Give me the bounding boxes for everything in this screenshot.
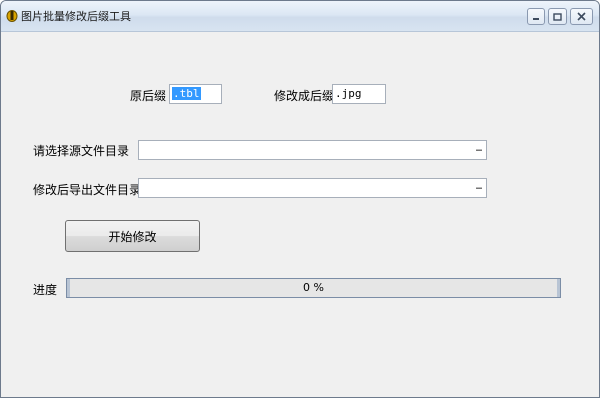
progress-bar: 0 %	[66, 278, 561, 298]
source-dir-input[interactable]: …	[138, 140, 487, 160]
maximize-icon	[553, 12, 562, 21]
orig-suffix-label: 原后缀	[130, 89, 167, 103]
title-bar[interactable]: 图片批量修改后缀工具	[1, 1, 599, 32]
source-browse-button[interactable]: …	[476, 143, 482, 155]
export-dir-input[interactable]: …	[138, 178, 487, 198]
orig-suffix-input[interactable]: .tbl	[169, 84, 222, 104]
app-window: 图片批量修改后缀工具 原后缀 .tbl 修改成后缀 .jpg 请选择源文件目录 …	[0, 0, 600, 398]
close-icon	[577, 12, 586, 21]
progress-text: 0 %	[303, 281, 324, 294]
export-dir-label: 修改后导出文件目录	[33, 183, 142, 197]
close-button[interactable]	[570, 8, 593, 25]
client-area: 原后缀 .tbl 修改成后缀 .jpg 请选择源文件目录 … 修改后导出文件目录…	[3, 32, 597, 395]
export-browse-button[interactable]: …	[476, 181, 482, 193]
orig-suffix-value: .tbl	[172, 87, 201, 100]
progress-label: 进度	[33, 283, 58, 297]
new-suffix-label: 修改成后缀	[274, 89, 335, 103]
source-dir-label: 请选择源文件目录	[33, 144, 130, 158]
minimize-icon	[533, 17, 539, 20]
maximize-button[interactable]	[548, 8, 567, 25]
start-button[interactable]: 开始修改	[65, 220, 200, 252]
new-suffix-input[interactable]: .jpg	[332, 84, 386, 104]
window-title: 图片批量修改后缀工具	[21, 10, 131, 23]
app-icon	[6, 10, 18, 22]
new-suffix-value: .jpg	[335, 87, 362, 100]
minimize-button[interactable]	[527, 8, 545, 25]
